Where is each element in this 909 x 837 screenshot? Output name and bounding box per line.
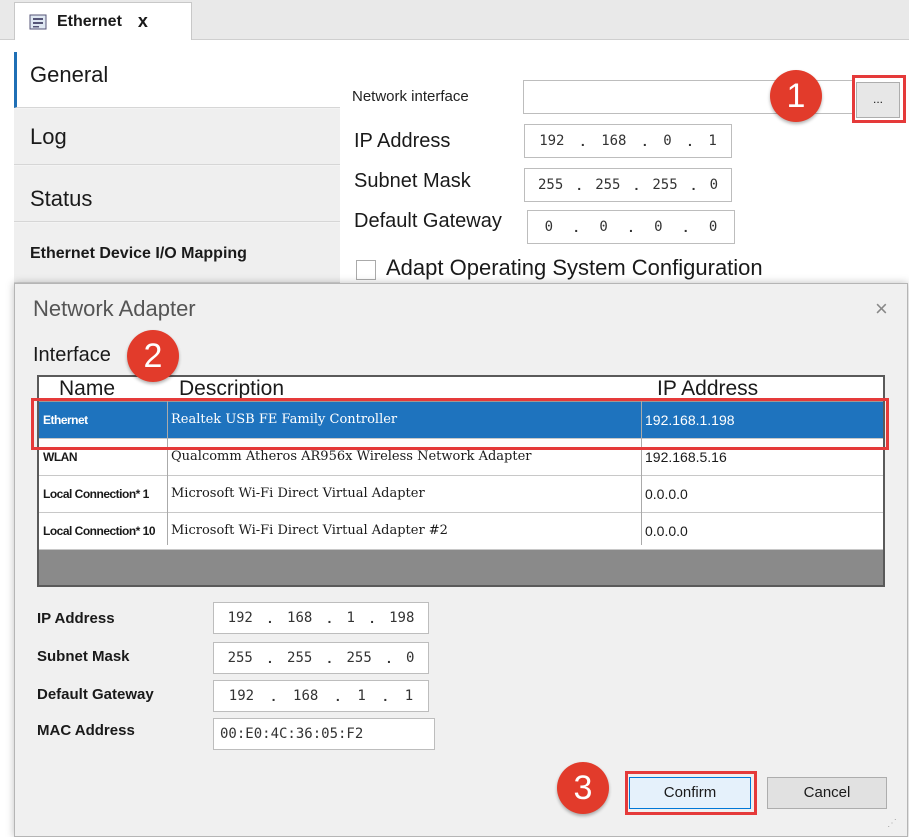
highlight-browse xyxy=(852,75,906,123)
dlg-ip-label: IP Address xyxy=(37,610,115,627)
adapter-description: Microsoft Wi-Fi Direct Virtual Adapter xyxy=(171,486,425,501)
default-gateway-field[interactable]: 0. 0. 0. 0 xyxy=(527,210,735,244)
subnet-octet: 255 xyxy=(652,177,678,193)
adapt-os-config-label: Adapt Operating System Configuration xyxy=(386,255,763,280)
gateway-octet: 1 xyxy=(357,688,366,704)
subnet-mask-field[interactable]: 255. 255. 255. 0 xyxy=(524,168,732,202)
default-gateway-label: Default Gateway xyxy=(354,210,502,232)
adapter-ip: 0.0.0.0 xyxy=(645,523,688,539)
subnet-octet: 255 xyxy=(346,650,372,666)
ip-octet: 168 xyxy=(601,133,627,149)
adapter-ip: 0.0.0.0 xyxy=(645,486,688,502)
close-icon[interactable]: × xyxy=(875,296,888,322)
highlight-confirm xyxy=(625,771,757,815)
gateway-octet: 168 xyxy=(293,688,319,704)
subnet-octet: 255 xyxy=(227,650,253,666)
subnet-octet: 0 xyxy=(709,177,718,193)
step-badge-3: 3 xyxy=(557,762,609,814)
ip-octet: 192 xyxy=(539,133,565,149)
dlg-mac-field: 00:E0:4C:36:05:F2 xyxy=(213,718,435,750)
ip-octet: 198 xyxy=(389,610,415,626)
device-icon xyxy=(29,14,47,29)
ip-octet: 0 xyxy=(663,133,672,149)
tab-label: Ethernet xyxy=(57,12,122,30)
nav-item-log[interactable]: Log xyxy=(14,109,340,165)
table-row[interactable]: Local Connection* 1 Microsoft Wi-Fi Dire… xyxy=(39,476,883,513)
subnet-octet: 255 xyxy=(538,177,564,193)
close-tab-icon[interactable]: x xyxy=(138,11,148,32)
ip-octet: 1 xyxy=(708,133,717,149)
network-interface-label: Network interface xyxy=(352,88,469,105)
cancel-button[interactable]: Cancel xyxy=(767,777,887,809)
nav-item-io-mapping[interactable]: Ethernet Device I/O Mapping xyxy=(14,223,340,283)
step-badge-1: 1 xyxy=(770,70,822,122)
dlg-gateway-label: Default Gateway xyxy=(37,686,154,703)
adapt-os-config-checkbox[interactable] xyxy=(356,260,376,280)
nav-item-status[interactable]: Status xyxy=(14,166,340,222)
ip-address-field[interactable]: 192. 168. 0. 1 xyxy=(524,124,732,158)
interface-label: Interface xyxy=(33,344,111,366)
ip-octet: 1 xyxy=(346,610,355,626)
gateway-octet: 0 xyxy=(544,219,554,235)
network-adapter-dialog: Network Adapter × Interface Name Descrip… xyxy=(14,283,908,837)
highlight-selected-row xyxy=(31,398,889,450)
dialog-title: Network Adapter xyxy=(33,296,196,321)
subnet-octet: 255 xyxy=(287,650,313,666)
tab-ethernet[interactable]: Ethernet x xyxy=(14,2,192,40)
resize-grip-icon[interactable]: ⋰ xyxy=(887,818,901,832)
dlg-ip-field: 192. 168. 1. 198 xyxy=(213,602,429,634)
gateway-octet: 0 xyxy=(599,219,608,235)
ip-octet: 192 xyxy=(227,610,253,626)
gateway-octet: 1 xyxy=(404,688,414,704)
subnet-octet: 0 xyxy=(405,650,415,666)
dlg-subnet-field: 255. 255. 255. 0 xyxy=(213,642,429,674)
dlg-mac-label: MAC Address xyxy=(37,722,135,739)
dlg-subnet-label: Subnet Mask xyxy=(37,648,130,665)
subnet-octet: 255 xyxy=(595,177,621,193)
dlg-gateway-field: 192. 168. 1. 1 xyxy=(213,680,429,712)
step-badge-2: 2 xyxy=(127,330,179,382)
adapter-name: Local Connection* 10 xyxy=(43,524,156,538)
nav-item-general[interactable]: General xyxy=(14,52,340,108)
adapter-description: Microsoft Wi-Fi Direct Virtual Adapter #… xyxy=(171,523,448,538)
gateway-octet: 0 xyxy=(708,219,718,235)
gateway-octet: 0 xyxy=(654,219,663,235)
subnet-mask-label: Subnet Mask xyxy=(354,170,471,192)
ip-octet: 168 xyxy=(287,610,313,626)
adapter-name: Local Connection* 1 xyxy=(43,487,149,501)
table-row[interactable]: Local Connection* 10 Microsoft Wi-Fi Dir… xyxy=(39,513,883,550)
ip-address-label: IP Address xyxy=(354,130,451,152)
gateway-octet: 192 xyxy=(228,688,255,704)
